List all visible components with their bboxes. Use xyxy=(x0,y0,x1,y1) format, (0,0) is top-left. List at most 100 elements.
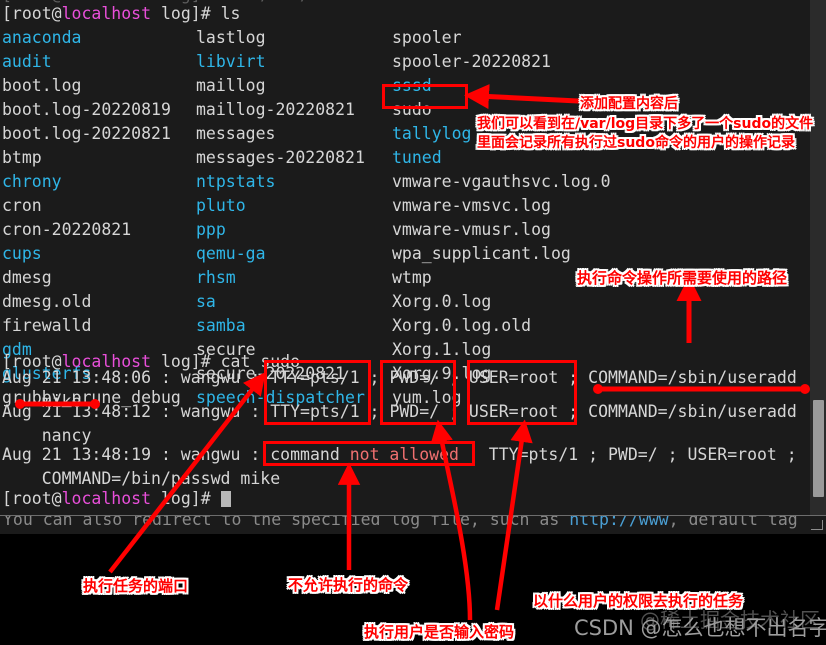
file-name: firewalld xyxy=(2,316,92,335)
sudo-log-entry-1-line-1: Aug 21 13:48:06 : wangwu : TTY=pts/1 ; P… xyxy=(2,366,797,390)
file-name: sssd xyxy=(392,76,432,95)
resize-grip-icon[interactable] xyxy=(811,520,823,530)
sep: ; xyxy=(558,368,589,387)
file-item[interactable]: ntpstats xyxy=(196,170,275,194)
prompt-dir: log xyxy=(160,489,191,508)
sudo-denied-message: not allowed xyxy=(339,445,459,464)
annotation-not-allowed-note: 不允许执行的命令 xyxy=(288,576,409,594)
file-item[interactable]: dmesg.old xyxy=(2,290,91,314)
file-item[interactable]: boot.log-20220821 xyxy=(2,122,171,146)
sudo-user-value: USER=root xyxy=(468,402,559,421)
file-item[interactable]: maillog-20220821 xyxy=(196,98,355,122)
sep: ; xyxy=(558,402,589,421)
file-item[interactable]: spooler xyxy=(392,26,462,50)
file-item[interactable]: pluto xyxy=(196,194,246,218)
file-item[interactable]: messages xyxy=(196,122,275,146)
file-name: dmesg.old xyxy=(2,292,92,311)
file-name: maillog xyxy=(196,76,266,95)
file-name: messages-20220821 xyxy=(196,148,365,167)
file-item[interactable]: qemu-ga xyxy=(196,242,266,266)
sudo-pwd-value: PWD=/ xyxy=(389,368,440,387)
vertical-scrollbar-track[interactable] xyxy=(810,0,826,515)
terminal-output-area[interactable]: [root@localhost log]# vim /etc/sudoers [… xyxy=(0,0,810,515)
prompt-hostname: localhost xyxy=(61,4,152,23)
file-item[interactable]: dmesg xyxy=(2,266,52,290)
file-name: maillog-20220821 xyxy=(196,100,355,119)
file-item[interactable]: boot.log xyxy=(2,74,81,98)
file-item[interactable]: vmware-vmusr.log xyxy=(392,218,551,242)
file-item[interactable]: cups xyxy=(2,242,42,266)
command-ls: ls xyxy=(220,4,241,23)
file-item[interactable]: Xorg.0.log xyxy=(392,290,491,314)
file-item[interactable]: anaconda xyxy=(2,26,81,50)
file-item[interactable]: audit xyxy=(2,50,52,74)
sudo-command-value: COMMAND=/sbin/useradd xyxy=(588,402,797,421)
file-name: messages xyxy=(196,124,276,143)
file-item[interactable]: wpa_supplicant.log xyxy=(392,242,571,266)
file-item[interactable]: boot.log-20220819 xyxy=(2,98,171,122)
file-name: lastlog xyxy=(196,28,266,47)
file-name: ppp xyxy=(196,220,226,239)
prompt-symbol: ]# xyxy=(190,489,221,508)
file-name: cron xyxy=(2,196,42,215)
file-item[interactable]: Xorg.0.log.old xyxy=(392,314,531,338)
sudo-denied-command-word: command xyxy=(270,445,340,464)
terminal-status-strip: You can also redirect to the specified l… xyxy=(0,516,826,534)
file-item[interactable]: maillog xyxy=(196,74,266,98)
file-item-sudo[interactable]: sudo xyxy=(392,98,432,122)
file-item[interactable]: rhsm xyxy=(196,266,236,290)
sudo-timestamp-user: Aug 21 13:48:12 : wangwu : xyxy=(2,402,271,421)
file-name: spooler-20220821 xyxy=(392,52,551,71)
terminal-bottom-edge xyxy=(0,534,826,536)
file-name: pluto xyxy=(196,196,246,215)
file-item[interactable]: firewalld xyxy=(2,314,91,338)
file-item[interactable]: vmware-vmsvc.log xyxy=(392,194,551,218)
sudo-log-entry-3-line-1: Aug 21 13:48:19 : wangwu : command not a… xyxy=(2,443,797,467)
file-name: chrony xyxy=(2,172,62,191)
file-item[interactable]: cron xyxy=(2,194,42,218)
sudo-tty-value: TTY=pts/1 xyxy=(270,368,360,387)
file-item[interactable]: samba xyxy=(196,314,246,338)
file-item[interactable]: Xorg.1.log xyxy=(392,338,491,362)
status-text-url: http://www xyxy=(569,516,669,529)
file-item[interactable]: sa xyxy=(196,290,216,314)
file-name: vmware-vmusr.log xyxy=(392,220,551,239)
status-strip-text: You can also redirect to the specified l… xyxy=(3,516,798,532)
file-name: vmware-vmsvc.log xyxy=(392,196,551,215)
file-item[interactable]: chrony xyxy=(2,170,62,194)
file-item[interactable]: lastlog xyxy=(196,26,266,50)
file-item[interactable]: vmware-vgauthsvc.log.0 xyxy=(392,170,611,194)
prompt-line-final: [root@localhost log]# xyxy=(2,487,231,511)
vertical-scrollbar-thumb[interactable] xyxy=(813,400,824,497)
sudo-denied-command-path: COMMAND=/bin/passwd mike xyxy=(2,469,281,488)
file-item[interactable]: libvirt xyxy=(196,50,266,74)
watermark-csdn: CSDN @怎么也想不出名字 xyxy=(574,616,826,640)
sudo-pwd-value: PWD=/ xyxy=(389,402,440,421)
file-item[interactable]: ppp xyxy=(196,218,226,242)
prompt-line-ls: [root@localhost log]# ls xyxy=(2,2,240,26)
terminal-window[interactable]: [root@localhost log]# vim /etc/sudoers [… xyxy=(0,0,826,515)
file-item[interactable]: tuned xyxy=(392,146,442,170)
file-name: boot.log-20220819 xyxy=(2,100,171,119)
file-item[interactable]: sssd xyxy=(392,74,432,98)
file-item[interactable]: tallylog xyxy=(392,122,471,146)
sep: ; xyxy=(359,402,390,421)
prompt-prefix: [root@ xyxy=(2,4,62,23)
sep: ; xyxy=(439,368,469,387)
file-name: wpa_supplicant.log xyxy=(392,244,571,263)
status-text-b: , default tag xyxy=(668,516,798,529)
file-item[interactable]: messages-20220821 xyxy=(196,146,365,170)
file-name: sudo xyxy=(392,100,432,119)
file-item[interactable]: cron-20220821 xyxy=(2,218,131,242)
annotation-password-note: 执行用户是否输入密码 xyxy=(364,623,515,641)
file-name: anaconda xyxy=(2,28,82,47)
file-item[interactable]: btmp xyxy=(2,146,42,170)
file-name: Xorg.0.log.old xyxy=(392,316,532,335)
file-item[interactable]: wtmp xyxy=(392,266,432,290)
sudo-log-entry-2-line-1: Aug 21 13:48:12 : wangwu : TTY=pts/1 ; P… xyxy=(2,400,797,424)
file-name: ntpstats xyxy=(196,172,276,191)
file-item[interactable]: spooler-20220821 xyxy=(392,50,551,74)
file-name: libvirt xyxy=(196,52,266,71)
